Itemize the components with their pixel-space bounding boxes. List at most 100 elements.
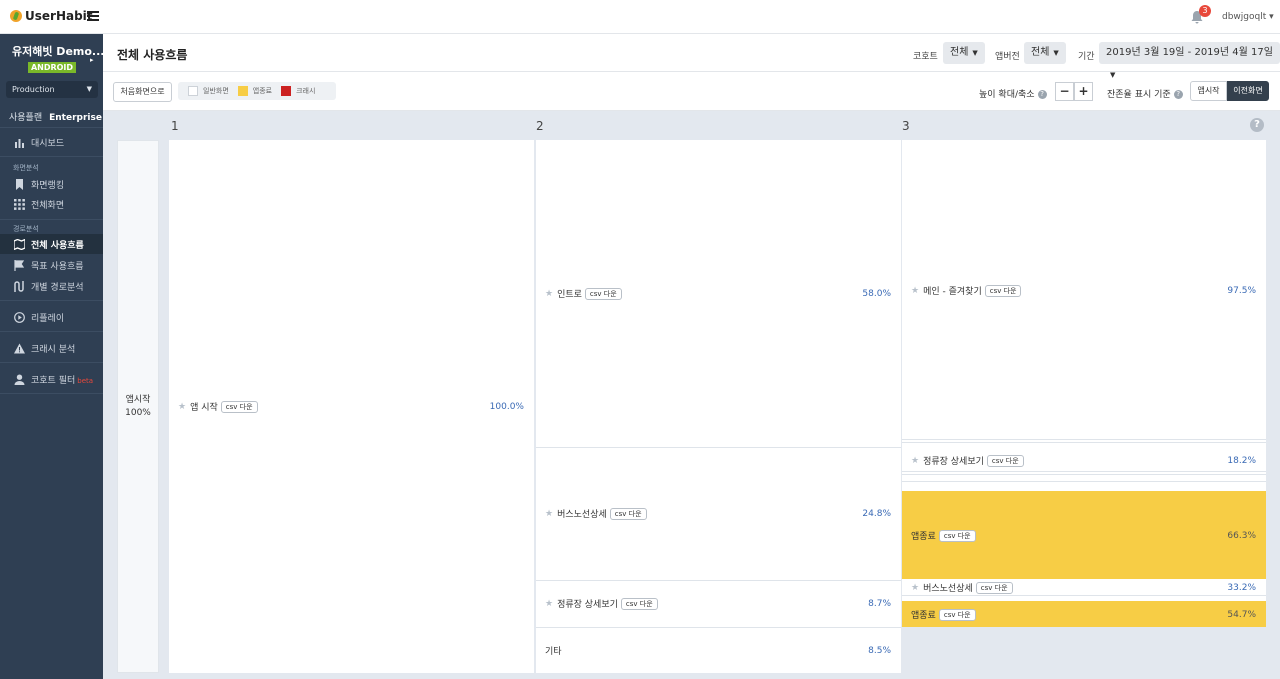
flow-node-thin[interactable] — [902, 441, 1266, 443]
app-version-label: 앱버전 — [995, 52, 1020, 62]
node-pct: 33.2% — [1227, 582, 1256, 593]
csv-download-button[interactable]: csv 다운 — [938, 529, 976, 542]
sidebar-item-goal-flow[interactable]: 목표 사용흐름 — [0, 255, 103, 275]
environment-select[interactable]: Production ▼ — [6, 81, 98, 98]
sidebar-item-label: 코호트 필터 beta — [31, 373, 93, 386]
csv-download-button[interactable]: csv 다운 — [984, 284, 1022, 297]
divider — [0, 219, 103, 220]
flow-node[interactable]: 기타 8.5% — [536, 629, 901, 673]
divider — [0, 156, 103, 157]
app-version-value: 전체 — [1031, 47, 1050, 58]
flow-node-thin[interactable] — [902, 473, 1266, 475]
sidebar-item-all-screens[interactable]: 전체화면 — [0, 194, 103, 214]
star-icon[interactable]: ★ — [545, 599, 553, 609]
flow-toolbar: 처음화면으로 일반화면 앱종료 크래시 높이 확대/축소? − + 잔존율 표시… — [103, 72, 1280, 111]
csv-download-button[interactable]: csv 다운 — [220, 400, 258, 413]
logo[interactable]: UserHabit — [10, 9, 93, 23]
flow-node[interactable]: ★ 메인 - 즐겨찾기 csv 다운 97.5% — [902, 140, 1266, 440]
node-name: 정류장 상세보기 — [557, 600, 618, 610]
step-number: 2 — [536, 119, 544, 133]
sidebar-item-screen-ranking[interactable]: 화면랭킹 — [0, 174, 103, 194]
sidebar-item-all-flow[interactable]: 전체 사용흐름 — [0, 234, 103, 254]
app-version-select[interactable]: 전체 ▼ — [1024, 42, 1066, 64]
chevron-down-icon: ▼ — [972, 49, 978, 57]
flow-node-exit[interactable]: 앱종료 csv 다운 54.7% — [902, 601, 1266, 627]
page-header: 전체 사용흐름 코호트 전체 ▼ 앱버전 전체 ▼ 기간 2019년 3월 19일 … — [103, 34, 1280, 79]
star-icon[interactable]: ★ — [911, 456, 919, 466]
warning-icon — [14, 343, 25, 353]
bar-chart-icon — [15, 138, 24, 148]
cohort-select[interactable]: 전체 ▼ — [943, 42, 985, 64]
retention-label: 잔존율 표시 기준 — [1107, 90, 1171, 100]
csv-download-button[interactable]: csv 다운 — [609, 507, 647, 520]
csv-download-button[interactable]: csv 다운 — [975, 581, 1013, 594]
flow-node[interactable]: ★ 앱 시작 csv 다운 100.0% — [169, 140, 534, 673]
sidebar-item-dashboard[interactable]: 대시보드 — [0, 132, 103, 152]
first-screen-button[interactable]: 처음화면으로 — [113, 82, 172, 102]
logo-icon — [10, 10, 22, 22]
toggle-prev-screen[interactable]: 이전화면 — [1227, 81, 1269, 101]
divider — [0, 331, 103, 332]
node-name: 앱 시작 — [190, 403, 218, 413]
flow-node[interactable]: ★ 인트로 csv 다운 58.0% — [536, 140, 901, 448]
menu-icon[interactable] — [87, 11, 99, 21]
flow-node[interactable]: ★ 정류장 상세보기 csv 다운 18.2% — [902, 449, 1266, 472]
star-icon[interactable]: ★ — [911, 286, 919, 296]
top-bar: UserHabit 3 dbwjgoqlt ▾ — [0, 0, 1280, 34]
help-icon[interactable]: ? — [1250, 118, 1264, 132]
step-number: 1 — [171, 119, 179, 133]
notification-button[interactable]: 3 — [1190, 5, 1211, 24]
sidebar-item-label: 리플레이 — [31, 313, 65, 324]
csv-download-button[interactable]: csv 다운 — [986, 454, 1024, 467]
flow-node-thin[interactable] — [902, 480, 1266, 482]
start-pct: 100% — [125, 407, 151, 418]
flow-node-exit[interactable]: 앱종료 csv 다운 66.3% — [902, 491, 1266, 579]
chevron-right-icon[interactable]: ▸ — [90, 56, 94, 64]
section-label: 경로분석 — [13, 225, 39, 233]
period-select[interactable]: 2019년 3월 19일 - 2019년 4월 17일▼ — [1099, 42, 1280, 79]
start-label: 앱시작 — [125, 394, 151, 405]
csv-download-button[interactable]: csv 다운 — [620, 597, 658, 610]
user-name: dbwjgoqlt — [1222, 12, 1267, 22]
plan-info: 사용플랜 Enterprise — [9, 110, 102, 123]
sidebar-item-label: 화면랭킹 — [31, 180, 65, 191]
toggle-app-start[interactable]: 앱시작 — [1190, 81, 1227, 101]
flow-node[interactable]: ★ 버스노선상세 csv 다운 33.2% — [902, 579, 1266, 596]
flow-column-3: ★ 메인 - 즐겨찾기 csv 다운 97.5% ★ 정류장 상세보기 csv … — [902, 140, 1266, 627]
sidebar-item-individual-path[interactable]: 개별 경로분석 — [0, 276, 103, 296]
star-icon[interactable]: ★ — [911, 583, 919, 593]
sidebar-item-label: 전체화면 — [31, 200, 65, 211]
node-pct: 54.7% — [1227, 609, 1256, 620]
map-icon — [14, 238, 25, 250]
help-icon[interactable]: ? — [1173, 90, 1183, 99]
sidebar-item-cohort-filter[interactable]: 코호트 필터 beta — [0, 369, 103, 389]
star-icon[interactable]: ★ — [545, 509, 553, 519]
retention-label-group: 잔존율 표시 기준? — [1107, 87, 1183, 100]
divider — [0, 300, 103, 301]
csv-download-button[interactable]: csv 다운 — [938, 608, 976, 621]
chevron-down-icon: ▼ — [86, 85, 92, 93]
csv-download-button[interactable]: csv 다운 — [584, 287, 622, 300]
period-label: 기간 — [1078, 52, 1095, 62]
star-icon[interactable]: ★ — [545, 289, 553, 299]
sidebar-item-replay[interactable]: 리플레이 — [0, 307, 103, 327]
flow-node[interactable]: ★ 정류장 상세보기 csv 다운 8.7% — [536, 582, 901, 628]
sidebar-item-label: 전체 사용흐름 — [31, 240, 84, 251]
play-icon — [14, 311, 25, 323]
legend-swatch-crash — [281, 86, 292, 96]
flow-node[interactable]: ★ 버스노선상세 csv 다운 24.8% — [536, 449, 901, 581]
zoom-in-button[interactable]: + — [1074, 82, 1093, 101]
zoom-out-button[interactable]: − — [1055, 82, 1074, 101]
node-name: 버스노선상세 — [557, 510, 607, 520]
star-icon[interactable]: ★ — [178, 402, 186, 412]
app-start-column: 앱시작 100% — [117, 140, 159, 673]
grid-icon — [14, 198, 25, 210]
node-pct: 58.0% — [862, 288, 891, 299]
sidebar-item-crash[interactable]: 크래시 분석 — [0, 338, 103, 358]
user-menu[interactable]: dbwjgoqlt ▾ — [1222, 12, 1274, 22]
help-icon[interactable]: ? — [1037, 90, 1047, 99]
node-name: 버스노선상세 — [923, 584, 973, 594]
period-value: 2019년 3월 19일 - 2019년 4월 17일 — [1106, 47, 1273, 58]
bookmark-icon — [16, 178, 23, 190]
chevron-down-icon: ▼ — [1053, 49, 1059, 57]
